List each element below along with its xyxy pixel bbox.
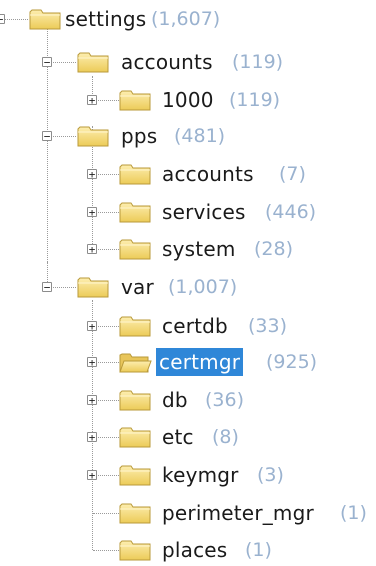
tree-branch-line bbox=[93, 550, 119, 551]
folder-icon bbox=[118, 388, 152, 412]
tree-node-services[interactable]: services (446) bbox=[0, 198, 376, 228]
folder-icon bbox=[118, 88, 152, 112]
expand-toggle-icon[interactable] bbox=[87, 395, 97, 405]
tree-node-count: (119) bbox=[232, 51, 284, 73]
tree-node-count: (481) bbox=[174, 125, 226, 147]
collapse-toggle-icon[interactable] bbox=[42, 57, 52, 67]
tree-node-var[interactable]: var (1,007) bbox=[0, 273, 376, 303]
tree-node-label[interactable]: db bbox=[159, 386, 191, 414]
tree-node-count: (36) bbox=[205, 389, 245, 411]
tree-node-count: (28) bbox=[254, 238, 294, 260]
folder-icon bbox=[118, 501, 152, 525]
tree-node-perimeter-mgr[interactable]: perimeter_mgr (1) bbox=[0, 499, 376, 529]
expand-toggle-icon[interactable] bbox=[87, 169, 97, 179]
folder-icon bbox=[118, 200, 152, 224]
tree-node-etc[interactable]: etc (8) bbox=[0, 423, 376, 453]
tree-node-count: (119) bbox=[229, 89, 281, 111]
tree-node-label[interactable]: places bbox=[159, 536, 230, 564]
folder-icon bbox=[118, 425, 152, 449]
tree-node-count: (7) bbox=[279, 163, 306, 185]
expand-toggle-icon[interactable] bbox=[87, 207, 97, 217]
tree-node-accounts[interactable]: accounts (119) bbox=[0, 48, 376, 78]
tree-node-count: (3) bbox=[257, 464, 284, 486]
tree-node-label[interactable]: pps bbox=[118, 122, 160, 150]
tree-node-label[interactable]: etc bbox=[159, 423, 197, 451]
tree-branch-line bbox=[48, 136, 76, 137]
tree-node-count: (446) bbox=[265, 201, 317, 223]
tree-node-count: (33) bbox=[248, 315, 288, 337]
tree-node-count: (1,007) bbox=[168, 276, 238, 298]
folder-icon bbox=[118, 237, 152, 261]
tree-branch-line bbox=[93, 513, 119, 514]
expand-toggle-icon[interactable] bbox=[87, 95, 97, 105]
tree-branch-line bbox=[48, 62, 76, 63]
tree-node-count: (1,607) bbox=[151, 8, 221, 30]
tree-node-label[interactable]: keymgr bbox=[159, 461, 242, 489]
open-folder-icon bbox=[118, 350, 152, 374]
tree-branch-line bbox=[48, 287, 76, 288]
tree-node-certdb[interactable]: certdb (33) bbox=[0, 312, 376, 342]
folder-icon bbox=[76, 275, 110, 299]
tree-node-count: (925) bbox=[266, 351, 318, 373]
tree-node-label[interactable]: services bbox=[159, 198, 249, 226]
folder-icon bbox=[76, 50, 110, 74]
tree-node-count: (8) bbox=[212, 426, 239, 448]
tree-node-label[interactable]: var bbox=[118, 273, 157, 301]
expand-toggle-icon[interactable] bbox=[87, 470, 97, 480]
tree-node-1000[interactable]: 1000 (119) bbox=[0, 86, 376, 116]
tree-node-settings[interactable]: settings (1,607) bbox=[0, 5, 376, 35]
tree-node-label[interactable]: settings bbox=[62, 5, 149, 33]
folder-icon bbox=[118, 538, 152, 562]
folder-icon bbox=[118, 162, 152, 186]
tree-node-label-selected[interactable]: certmgr bbox=[156, 348, 244, 376]
tree-node-label[interactable]: system bbox=[159, 235, 239, 263]
collapse-toggle-icon[interactable] bbox=[42, 131, 52, 141]
tree-node-pps[interactable]: pps (481) bbox=[0, 122, 376, 152]
expand-toggle-icon[interactable] bbox=[87, 357, 97, 367]
tree-node-keymgr[interactable]: keymgr (3) bbox=[0, 461, 376, 491]
tree-node-count: (1) bbox=[245, 539, 272, 561]
folder-icon bbox=[118, 463, 152, 487]
folder-icon bbox=[28, 7, 62, 31]
tree-node-system[interactable]: system (28) bbox=[0, 235, 376, 265]
tree-node-label[interactable]: accounts bbox=[159, 160, 257, 188]
folder-icon bbox=[118, 314, 152, 338]
tree-node-pps-accounts[interactable]: accounts (7) bbox=[0, 160, 376, 190]
tree-node-label[interactable]: 1000 bbox=[159, 86, 217, 114]
tree-node-label[interactable]: certdb bbox=[159, 312, 231, 340]
collapse-toggle-icon[interactable] bbox=[42, 282, 52, 292]
tree-node-label[interactable]: perimeter_mgr bbox=[159, 499, 317, 527]
expand-toggle-icon[interactable] bbox=[87, 244, 97, 254]
tree-node-count: (1) bbox=[340, 502, 367, 524]
folder-icon bbox=[76, 124, 110, 148]
tree-node-places[interactable]: places (1) bbox=[0, 536, 376, 566]
folder-tree: settings (1,607) accounts (119) 1000 (11… bbox=[0, 0, 376, 565]
expand-toggle-icon[interactable] bbox=[87, 321, 97, 331]
collapse-toggle-icon[interactable] bbox=[0, 14, 5, 24]
tree-node-certmgr[interactable]: certmgr (925) bbox=[0, 348, 376, 378]
tree-node-db[interactable]: db (36) bbox=[0, 386, 376, 416]
expand-toggle-icon[interactable] bbox=[87, 432, 97, 442]
tree-node-label[interactable]: accounts bbox=[118, 48, 216, 76]
